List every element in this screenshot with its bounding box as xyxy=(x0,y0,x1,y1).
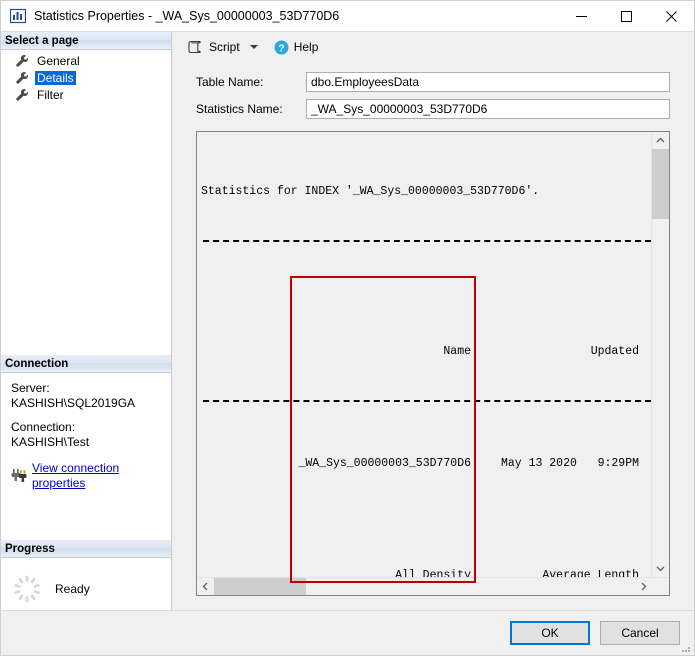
view-connection-properties-link[interactable]: View connection properties xyxy=(32,461,161,491)
statistics-chart-icon xyxy=(10,8,26,24)
minimize-icon xyxy=(576,15,587,17)
statistics-header-line: Statistics for INDEX '_WA_Sys_00000003_5… xyxy=(201,185,540,198)
horizontal-scrollbar[interactable] xyxy=(197,577,669,595)
statistics-output-text[interactable]: Statistics for INDEX '_WA_Sys_00000003_5… xyxy=(197,132,651,577)
progress-header: Progress xyxy=(1,540,171,558)
close-icon xyxy=(666,10,677,22)
horizontal-scroll-thumb[interactable] xyxy=(214,578,306,595)
minimize-button[interactable] xyxy=(559,1,604,31)
resize-grip-icon[interactable] xyxy=(681,643,691,653)
script-label: Script xyxy=(209,40,240,54)
svg-text:?: ? xyxy=(278,42,284,54)
statistics-name-value: _WA_Sys_00000003_53D770D6 xyxy=(298,457,471,470)
script-button[interactable]: Script xyxy=(184,36,264,58)
connection-label: Connection: xyxy=(11,420,76,434)
vertical-scroll-track[interactable] xyxy=(652,149,669,560)
connection-plug-icon xyxy=(11,469,27,482)
table-name-input[interactable] xyxy=(306,72,670,92)
dialog-body: Select a page General Details Filter Con… xyxy=(1,31,694,610)
select-a-page-header: Select a page xyxy=(1,32,171,50)
progress-section: Progress Ready xyxy=(1,540,171,610)
title-bar: Statistics Properties - _WA_Sys_00000003… xyxy=(1,1,694,31)
window-title: Statistics Properties - _WA_Sys_00000003… xyxy=(34,9,340,23)
vertical-scrollbar[interactable] xyxy=(651,132,669,577)
separator-line xyxy=(201,232,651,248)
sidebar-item-label: Filter xyxy=(37,88,64,102)
cancel-button[interactable]: Cancel xyxy=(600,621,680,645)
help-button[interactable]: ? Help xyxy=(264,36,323,58)
script-icon xyxy=(188,40,201,53)
scroll-left-button[interactable] xyxy=(197,578,214,595)
view-connection-properties-row[interactable]: View connection properties xyxy=(11,461,161,491)
sidebar-item-label: General xyxy=(37,54,80,68)
connection-info: Server: KASHISH\SQL2019GA Connection: KA… xyxy=(1,373,171,491)
scrollbar-corner xyxy=(652,578,669,595)
name-updated-header-row: Name Updated xyxy=(201,344,651,360)
help-icon: ? xyxy=(274,40,289,54)
ok-button[interactable]: OK xyxy=(510,621,590,645)
wrench-icon xyxy=(16,71,29,84)
server-label: Server: xyxy=(11,381,50,395)
separator-line xyxy=(201,392,651,408)
sidebar-item-label: Details xyxy=(35,71,76,85)
statistics-name-row: Statistics Name: xyxy=(196,99,670,119)
name-updated-value-row: _WA_Sys_00000003_53D770D6 May 13 2020 9:… xyxy=(201,456,651,472)
wrench-icon xyxy=(16,54,29,67)
details-form: Table Name: Statistics Name: Statistics … xyxy=(172,62,694,610)
horizontal-scroll-track[interactable] xyxy=(214,578,635,595)
name-column-header: Name xyxy=(443,345,471,358)
page-list: General Details Filter xyxy=(1,50,171,104)
maximize-icon xyxy=(621,10,632,22)
scroll-right-button[interactable] xyxy=(635,578,652,595)
chevron-up-icon xyxy=(656,137,665,143)
table-name-label: Table Name: xyxy=(196,75,264,89)
table-name-row: Table Name: xyxy=(196,72,670,92)
sidebar-item-general[interactable]: General xyxy=(1,53,171,69)
updated-value: May 13 2020 9:29PM xyxy=(500,457,639,470)
connection-header: Connection xyxy=(1,355,171,373)
maximize-button[interactable] xyxy=(604,1,649,31)
server-value: KASHISH\SQL2019GA xyxy=(11,396,136,410)
window-controls xyxy=(559,1,694,31)
chevron-right-icon xyxy=(641,582,647,591)
wrench-icon xyxy=(16,88,29,101)
progress-spinner-icon xyxy=(14,575,40,603)
toolbar: Script ? Help xyxy=(172,32,694,62)
vertical-scroll-thumb[interactable] xyxy=(652,149,669,219)
chevron-down-icon xyxy=(656,566,665,572)
scroll-down-button[interactable] xyxy=(652,560,669,577)
chevron-down-icon[interactable] xyxy=(249,45,258,49)
statistics-text-viewer: Statistics for INDEX '_WA_Sys_00000003_5… xyxy=(196,131,670,596)
help-label: Help xyxy=(293,40,319,54)
connection-value: KASHISH\Test xyxy=(11,435,90,449)
content-pane: Script ? Help Table Name: Stat xyxy=(172,32,694,610)
progress-status: Ready xyxy=(55,582,90,596)
sidebar-item-details[interactable]: Details xyxy=(1,70,171,86)
dialog-footer: OK Cancel xyxy=(1,610,694,655)
statistics-name-label: Statistics Name: xyxy=(196,102,283,116)
updated-column-header: Updated xyxy=(590,345,639,358)
sidebar: Select a page General Details Filter Con… xyxy=(1,32,172,610)
close-button[interactable] xyxy=(649,1,694,31)
statistics-properties-dialog: Statistics Properties - _WA_Sys_00000003… xyxy=(0,0,695,656)
chevron-left-icon xyxy=(202,582,208,591)
density-header-row: All Density Average Length xyxy=(201,568,651,577)
all-density-column-header: All Density xyxy=(395,569,471,577)
statistics-name-input[interactable] xyxy=(306,99,670,119)
scroll-up-button[interactable] xyxy=(652,132,669,149)
average-length-column-header: Average Length xyxy=(542,569,639,577)
sidebar-item-filter[interactable]: Filter xyxy=(1,87,171,103)
